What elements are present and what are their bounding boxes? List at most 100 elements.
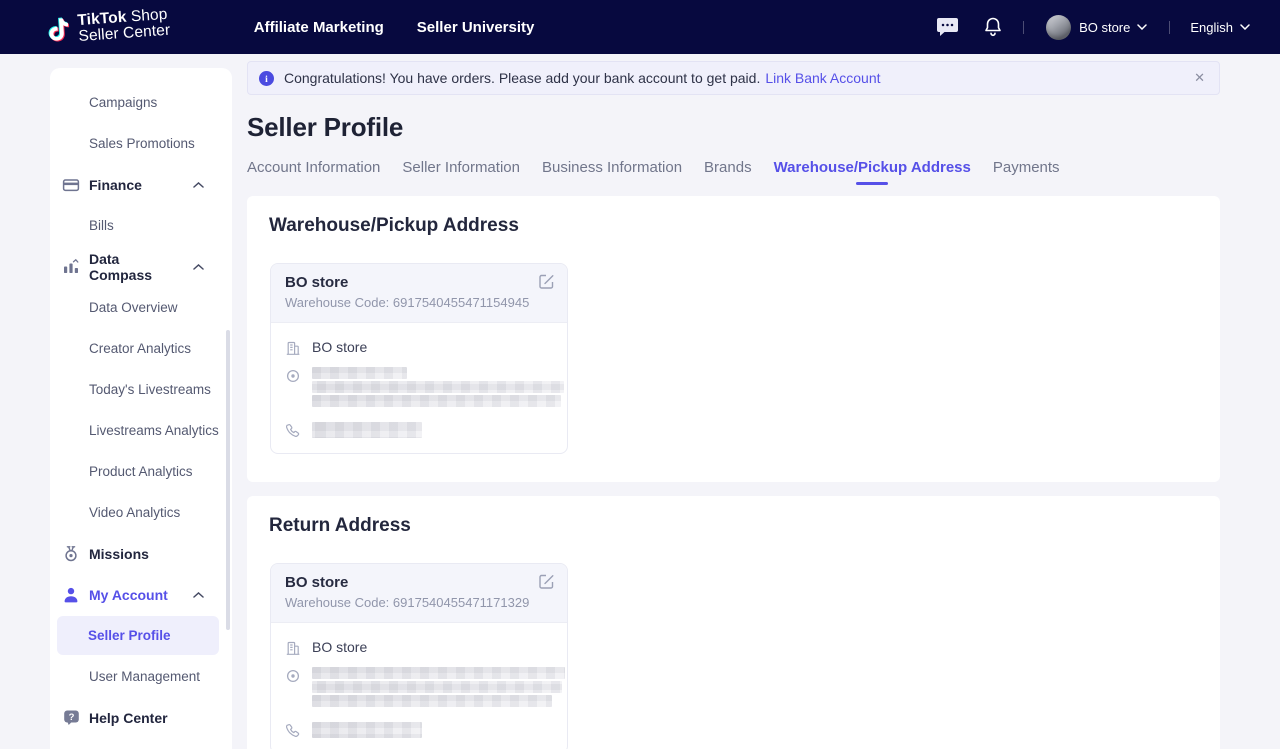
tiktok-note-icon — [45, 15, 72, 46]
store-name-row: BO store — [285, 639, 553, 656]
sidebar-item-label: Help Center — [89, 710, 168, 726]
tab-payments[interactable]: Payments — [993, 159, 1060, 185]
close-icon[interactable]: ✕ — [1194, 70, 1205, 86]
sidebar-item-user-management[interactable]: User Management — [50, 656, 232, 697]
building-icon — [285, 640, 301, 656]
profile-tabs: Account Information Seller Information B… — [247, 159, 1220, 185]
redacted-address-line — [312, 667, 565, 679]
nav-link-affiliate-marketing[interactable]: Affiliate Marketing — [254, 19, 384, 36]
redacted-address — [312, 667, 565, 709]
info-icon: i — [259, 71, 274, 86]
banner-message: Congratulations! You have orders. Please… — [284, 70, 760, 86]
warehouse-address-card: BO store Warehouse Code: 691754045547115… — [270, 263, 568, 454]
sidebar-item-todays-livestreams[interactable]: Today's Livestreams — [50, 369, 232, 410]
sidebar-item-label: Data Overview — [89, 300, 178, 315]
top-navbar: TikTok Shop Seller Center Affiliate Mark… — [0, 0, 1280, 54]
store-name-row: BO store — [285, 339, 553, 356]
redacted-phone — [312, 422, 422, 438]
chevron-down-icon — [1137, 24, 1147, 30]
sidebar-item-label: User Management — [89, 669, 200, 684]
chevron-up-icon — [193, 182, 204, 188]
nav-divider — [1023, 21, 1024, 34]
edit-icon[interactable] — [538, 273, 555, 290]
store-line: BO store — [312, 639, 367, 655]
credit-card-icon — [62, 176, 80, 194]
person-icon — [62, 586, 80, 604]
nav-links: Affiliate Marketing Seller University — [254, 19, 535, 36]
warehouse-name: BO store — [285, 274, 553, 291]
tab-brands[interactable]: Brands — [704, 159, 752, 185]
nav-link-seller-university[interactable]: Seller University — [417, 19, 535, 36]
sidebar-item-label: Bills — [89, 218, 114, 233]
sidebar-item-data-overview[interactable]: Data Overview — [50, 287, 232, 328]
logo-text: TikTok Shop Seller Center — [77, 7, 171, 45]
edit-icon[interactable] — [538, 573, 555, 590]
sidebar-item-campaigns[interactable]: Campaigns — [50, 82, 232, 123]
sidebar-item-creator-analytics[interactable]: Creator Analytics — [50, 328, 232, 369]
sidebar-item-label: Today's Livestreams — [89, 382, 211, 397]
sidebar-item-missions[interactable]: Missions — [50, 533, 232, 574]
nav-right-cluster: BO store English — [936, 15, 1250, 40]
sidebar-item-video-analytics[interactable]: Video Analytics — [50, 492, 232, 533]
phone-row — [285, 422, 553, 439]
sidebar-item-sales-promotions[interactable]: Sales Promotions — [50, 123, 232, 164]
warehouse-pickup-address-panel: Warehouse/Pickup Address BO store Wareho… — [247, 196, 1220, 482]
tab-business-information[interactable]: Business Information — [542, 159, 682, 185]
sidebar-item-label: Missions — [89, 546, 149, 562]
sidebar-item-label: Data Compass — [89, 251, 184, 283]
notification-bell-icon[interactable] — [983, 16, 1003, 38]
sidebar-item-data-compass[interactable]: Data Compass — [50, 246, 232, 287]
chevron-up-icon — [193, 592, 204, 598]
link-bank-account-link[interactable]: Link Bank Account — [765, 70, 880, 86]
tab-account-information[interactable]: Account Information — [247, 159, 380, 185]
medal-icon — [62, 545, 80, 563]
address-card-body: BO store — [271, 323, 567, 453]
sidebar-item-label: Video Analytics — [89, 505, 180, 520]
location-icon — [285, 668, 301, 684]
store-avatar[interactable] — [1046, 15, 1071, 40]
message-icon[interactable] — [936, 17, 959, 37]
sidebar-item-label: Sales Promotions — [89, 136, 195, 151]
sidebar-item-bills[interactable]: Bills — [50, 205, 232, 246]
sidebar-scrollbar[interactable] — [226, 330, 230, 630]
address-row — [285, 367, 553, 409]
question-bubble-icon: ? — [62, 709, 80, 727]
sidebar-item-product-analytics[interactable]: Product Analytics — [50, 451, 232, 492]
return-address-panel: Return Address BO store Warehouse Code: … — [247, 496, 1220, 749]
sidebar-item-label: My Account — [89, 587, 168, 603]
sidebar-item-label: Seller Profile — [88, 628, 171, 643]
tab-seller-information[interactable]: Seller Information — [402, 159, 520, 185]
warehouse-code: Warehouse Code: 6917540455471171329 — [285, 595, 553, 610]
address-card-header: BO store Warehouse Code: 691754045547117… — [271, 564, 567, 623]
redacted-address — [312, 367, 564, 409]
warehouse-code: Warehouse Code: 6917540455471154945 — [285, 295, 553, 310]
redacted-address-line — [312, 367, 407, 379]
sidebar-item-my-account[interactable]: My Account — [50, 574, 232, 615]
tab-warehouse-pickup-address[interactable]: Warehouse/Pickup Address — [774, 159, 971, 185]
store-name: BO store — [1079, 20, 1130, 35]
store-switcher-button[interactable]: BO store — [1079, 20, 1147, 35]
sidebar: Campaigns Sales Promotions Finance Bills… — [50, 68, 232, 749]
svg-text:?: ? — [68, 712, 74, 723]
redacted-address-line — [312, 681, 562, 693]
sidebar-item-livestreams-analytics[interactable]: Livestreams Analytics — [50, 410, 232, 451]
redacted-phone — [312, 722, 422, 738]
sidebar-item-help-center[interactable]: ? Help Center — [50, 697, 232, 738]
sidebar-item-label: Livestreams Analytics — [89, 423, 219, 438]
location-icon — [285, 368, 301, 384]
tiktok-shop-logo[interactable]: TikTok Shop Seller Center — [45, 7, 171, 48]
store-line: BO store — [312, 339, 367, 355]
sidebar-item-seller-profile[interactable]: Seller Profile — [57, 616, 219, 655]
sidebar-item-finance[interactable]: Finance — [50, 164, 232, 205]
language-selector[interactable]: English — [1190, 20, 1250, 35]
section-heading: Warehouse/Pickup Address — [269, 215, 1196, 237]
svg-text:i: i — [265, 75, 268, 85]
address-card-body: BO store — [271, 623, 567, 749]
page-title: Seller Profile — [247, 112, 1220, 143]
sidebar-item-label: Campaigns — [89, 95, 157, 110]
orders-congrats-banner: i Congratulations! You have orders. Plea… — [247, 61, 1220, 95]
main-content: i Congratulations! You have orders. Plea… — [247, 61, 1220, 749]
redacted-address-line — [312, 695, 552, 707]
address-row — [285, 667, 553, 709]
sidebar-item-label: Creator Analytics — [89, 341, 191, 356]
